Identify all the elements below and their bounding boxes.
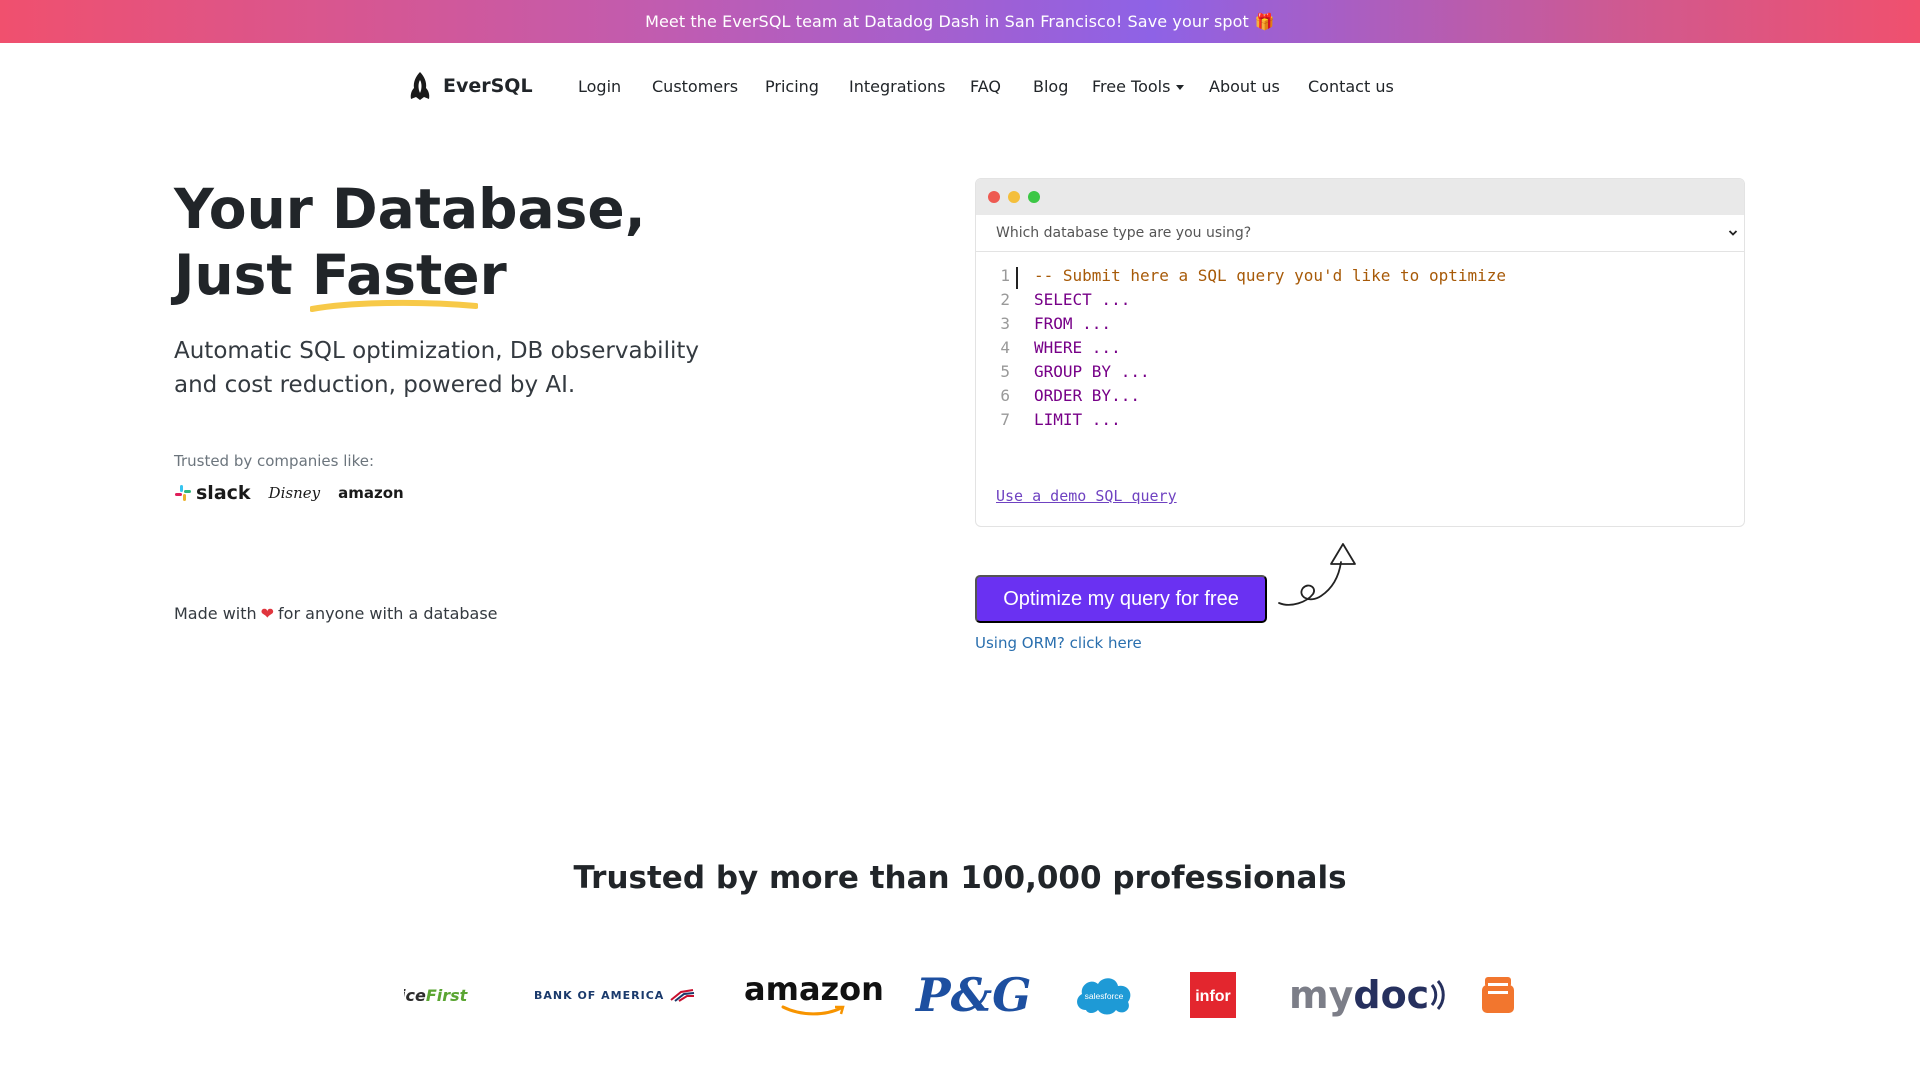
icefirst-logo: iceFirst <box>404 960 467 1030</box>
database-type-placeholder: Which database type are you using? <box>996 225 1252 241</box>
navbar: EverSQL Login Customers Pricing Integrat… <box>0 43 1920 129</box>
infor-wordmark: infor <box>1195 988 1231 1005</box>
amazon-small-logo: amazon <box>338 484 404 502</box>
nav-login[interactable]: Login <box>578 77 621 96</box>
heart-icon: ❤ <box>260 604 275 623</box>
customer-logo-carousel: iceFirst BANK OF AMERICA amazon P&G sale… <box>404 960 1516 1030</box>
text-cursor <box>1016 267 1018 289</box>
made-with-note: Made with ❤ for anyone with a database <box>174 604 498 623</box>
headline-line-1: Your Database, <box>174 177 646 241</box>
amazon-smile-icon <box>781 1005 845 1016</box>
mydoc-text-b: doc <box>1353 973 1430 1017</box>
database-type-select[interactable]: Which database type are you using? <box>976 215 1744 252</box>
nav-faq[interactable]: FAQ <box>970 77 1001 96</box>
orm-link[interactable]: Using ORM? click here <box>975 634 1142 652</box>
highlight-underline <box>309 299 478 312</box>
nav-contact-us[interactable]: Contact us <box>1308 77 1394 96</box>
headline-faster: Faster <box>309 242 507 312</box>
headline-just: Just <box>174 243 293 307</box>
line-number: 3 <box>1000 314 1010 333</box>
salesforce-wordmark: salesforce <box>1085 991 1124 1001</box>
nav-about-us[interactable]: About us <box>1209 77 1280 96</box>
pg-logo: P&G <box>916 968 1032 1022</box>
boa-wordmark: BANK OF AMERICA <box>534 988 665 1002</box>
amazon-wordmark: amazon <box>744 970 884 1008</box>
infor-logo: infor <box>1190 960 1236 1030</box>
line-number: 5 <box>1000 362 1010 381</box>
trusted-by-label: Trusted by companies like: <box>174 452 375 470</box>
code-text: LIMIT ... <box>1034 410 1121 429</box>
mydoc-logo: my doc <box>1289 960 1445 1030</box>
brand-link[interactable]: EverSQL <box>407 71 533 101</box>
gift-icon: 🎁 <box>1254 12 1275 31</box>
curly-arrow-icon <box>1278 543 1356 606</box>
penguin-logo-icon <box>410 72 430 100</box>
small-customer-logos: slack Disney amazon <box>174 482 404 504</box>
caret-down-icon <box>1176 85 1185 90</box>
nav-customers[interactable]: Customers <box>652 77 738 96</box>
line-number: 6 <box>1000 386 1010 405</box>
made-with-prefix: Made with <box>174 604 257 623</box>
code-text: ORDER BY... <box>1034 386 1140 405</box>
mydoc-text-a: my <box>1289 973 1354 1017</box>
hero-headline: Your Database, Just Faster <box>174 176 646 312</box>
salesforce-cloud-icon: salesforce <box>1077 978 1131 1015</box>
window-minimize-dot <box>1008 191 1020 203</box>
code-text: GROUP BY ... <box>1034 362 1150 381</box>
boa-flag-icon <box>670 989 695 1002</box>
mydoc-waves-icon <box>1431 980 1445 1010</box>
orange-app-logo <box>1480 960 1516 1030</box>
code-line: 7 LIMIT ... <box>976 408 1744 432</box>
code-line: 6 ORDER BY... <box>976 384 1744 408</box>
nav-free-tools-label: Free Tools <box>1092 77 1171 96</box>
orange-box-icon <box>1482 977 1514 1013</box>
trusted-section-title: Trusted by more than 100,000 professiona… <box>573 860 1347 896</box>
code-text: FROM ... <box>1034 314 1112 333</box>
made-with-suffix: for anyone with a database <box>278 604 498 623</box>
slack-logo: slack <box>174 482 251 504</box>
headline-line-2: Just Faster <box>174 242 646 312</box>
sql-editor-window: Which database type are you using? 1 -- S… <box>975 178 1745 527</box>
optimize-query-button[interactable]: Optimize my query for free <box>975 575 1267 623</box>
window-titlebar <box>976 179 1744 215</box>
icefirst-text-b: First <box>425 985 468 1005</box>
slack-wordmark: slack <box>196 482 251 504</box>
code-line: 1 -- Submit here a SQL query you'd like t… <box>976 264 1744 288</box>
code-line: 4 WHERE ... <box>976 336 1744 360</box>
nav-free-tools-dropdown[interactable]: Free Tools <box>1092 77 1185 96</box>
line-number: 2 <box>1000 290 1010 309</box>
slack-hash-icon <box>175 485 191 501</box>
code-text: SELECT ... <box>1034 290 1131 309</box>
salesforce-logo: salesforce <box>1072 960 1136 1030</box>
hero-subtitle: Automatic SQL optimization, DB observabi… <box>174 338 699 398</box>
window-maximize-dot <box>1028 191 1040 203</box>
window-close-dot <box>988 191 1000 203</box>
amazon-logo: amazon <box>744 960 884 1030</box>
line-number: 4 <box>1000 338 1010 357</box>
disney-logo: Disney <box>268 484 321 502</box>
demo-query-link[interactable]: Use a demo SQL query <box>996 487 1177 505</box>
code-text: -- Submit here a SQL query you'd like to… <box>1034 266 1507 285</box>
nav-blog[interactable]: Blog <box>1033 77 1068 96</box>
code-line: 5 GROUP BY ... <box>976 360 1744 384</box>
announcement-banner[interactable]: Meet the EverSQL team at Datadog Dash in… <box>0 0 1920 43</box>
line-number: 1 <box>1000 266 1010 285</box>
nav-pricing[interactable]: Pricing <box>765 77 819 96</box>
bank-of-america-logo: BANK OF AMERICA <box>534 960 695 1030</box>
chevron-down-icon <box>1728 230 1738 236</box>
code-line: 3 FROM ... <box>976 312 1744 336</box>
line-number: 7 <box>1000 410 1010 429</box>
icefirst-text-a: ice <box>404 985 426 1005</box>
sql-code-area[interactable]: 1 -- Submit here a SQL query you'd like t… <box>976 252 1744 432</box>
brand-name: EverSQL <box>443 75 533 97</box>
nav-integrations[interactable]: Integrations <box>849 77 946 96</box>
code-line: 2 SELECT ... <box>976 288 1744 312</box>
code-text: WHERE ... <box>1034 338 1121 357</box>
infor-square-icon: infor <box>1190 972 1236 1018</box>
banner-text[interactable]: Meet the EverSQL team at Datadog Dash in… <box>645 12 1249 31</box>
